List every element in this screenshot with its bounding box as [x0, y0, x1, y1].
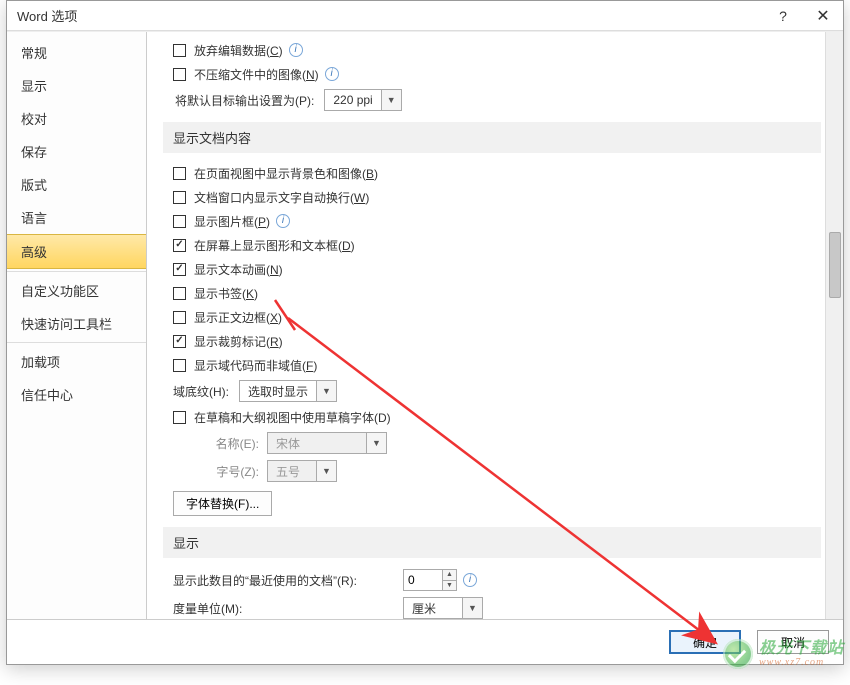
draft-font-row: 在草稿和大纲视图中使用草稿字体(D) [163, 405, 821, 429]
unit-label: 度量单位(M): [173, 600, 393, 617]
chevron-down-icon: ▼ [366, 433, 386, 453]
dispcontent-1-checkbox[interactable] [173, 191, 186, 204]
recent-docs-spinner[interactable]: ▲▼ [403, 569, 457, 591]
sidebar: 常规显示校对保存版式语言高级自定义功能区快速访问工具栏加载项信任中心 [7, 32, 147, 619]
topcheck-0-checkbox[interactable] [173, 44, 186, 57]
dispcontent-0-checkbox[interactable] [173, 167, 186, 180]
dialog-body: 常规显示校对保存版式语言高级自定义功能区快速访问工具栏加载项信任中心 放弃编辑数… [7, 31, 843, 619]
font-size-select[interactable]: 五号 ▼ [267, 460, 337, 482]
titlebar: Word 选项 ? ✕ [7, 1, 843, 31]
dispcontent-2-checkbox[interactable] [173, 215, 186, 228]
section-display-doc-content: 显示文档内容 [163, 122, 821, 153]
topcheck-1-checkbox[interactable] [173, 68, 186, 81]
dispcontent-5-label: 显示书签(K) [194, 285, 258, 302]
default-output-select[interactable]: 220 ppi ▼ [324, 89, 401, 111]
dispcontent-3-label: 在屏幕上显示图形和文本框(D) [194, 237, 355, 254]
sidebar-item-5[interactable]: 语言 [7, 201, 146, 234]
scrollbar-thumb[interactable] [829, 232, 841, 298]
dispcontent-3-checkbox[interactable] [173, 239, 186, 252]
sidebar-item-7[interactable]: 自定义功能区 [7, 271, 146, 307]
dispcontent-5-checkbox[interactable] [173, 287, 186, 300]
font-substitution-row: 字体替换(F)... [163, 485, 821, 519]
unit-row: 度量单位(M): 厘米 ▼ [163, 594, 821, 619]
recent-docs-row: 显示此数目的“最近使用的文档”(R): ▲▼ [163, 566, 821, 594]
font-name-select[interactable]: 宋体 ▼ [267, 432, 387, 454]
default-output-label: 将默认目标输出设置为(P): [175, 92, 314, 109]
chevron-down-icon: ▼ [462, 598, 482, 618]
dispcontent-8-row: 显示域代码而非域值(F) [163, 353, 821, 377]
draft-font-checkbox[interactable] [173, 411, 186, 424]
dispcontent-6-row: 显示正文边框(X) [163, 305, 821, 329]
chevron-down-icon: ▼ [381, 90, 401, 110]
dispcontent-1-label: 文档窗口内显示文字自动换行(W) [194, 189, 369, 206]
dispcontent-8-checkbox[interactable] [173, 359, 186, 372]
content: 放弃编辑数据(C) 不压缩文件中的图像(N) 将默认目标输出设置为(P): 220… [153, 32, 825, 619]
section-display: 显示 [163, 527, 821, 558]
dialog-title: Word 选项 [17, 6, 763, 25]
sidebar-item-2[interactable]: 校对 [7, 102, 146, 135]
dispcontent-4-checkbox[interactable] [173, 263, 186, 276]
topcheck-1-row: 不压缩文件中的图像(N) [163, 62, 821, 86]
dispcontent-1-row: 文档窗口内显示文字自动换行(W) [163, 185, 821, 209]
dispcontent-2-row: 显示图片框(P) [163, 209, 821, 233]
dispcontent-0-label: 在页面视图中显示背景色和图像(B) [194, 165, 378, 182]
help-button[interactable]: ? [763, 1, 803, 31]
draft-font-label: 在草稿和大纲视图中使用草稿字体(D) [194, 409, 391, 426]
sidebar-item-8[interactable]: 快速访问工具栏 [7, 307, 146, 340]
font-size-row: 字号(Z): 五号 ▼ [163, 457, 821, 485]
dispcontent-0-row: 在页面视图中显示背景色和图像(B) [163, 161, 821, 185]
dispcontent-7-row: 显示裁剪标记(R) [163, 329, 821, 353]
dispcontent-3-row: 在屏幕上显示图形和文本框(D) [163, 233, 821, 257]
sidebar-item-0[interactable]: 常规 [7, 36, 146, 69]
dispcontent-7-label: 显示裁剪标记(R) [194, 333, 283, 350]
recent-docs-input[interactable] [404, 570, 442, 590]
sidebar-item-1[interactable]: 显示 [7, 69, 146, 102]
spinner-up-icon[interactable]: ▲ [443, 570, 456, 581]
dispcontent-6-checkbox[interactable] [173, 311, 186, 324]
sidebar-item-3[interactable]: 保存 [7, 135, 146, 168]
field-shading-label: 域底纹(H): [173, 383, 229, 400]
field-shading-select[interactable]: 选取时显示 ▼ [239, 380, 337, 402]
button-bar: 确定 取消 [7, 619, 843, 664]
topcheck-0-row: 放弃编辑数据(C) [163, 38, 821, 62]
dispcontent-8-label: 显示域代码而非域值(F) [194, 357, 317, 374]
sidebar-item-10[interactable]: 信任中心 [7, 378, 146, 411]
dispcontent-7-checkbox[interactable] [173, 335, 186, 348]
watermark-icon [723, 639, 753, 669]
word-options-dialog: Word 选项 ? ✕ 常规显示校对保存版式语言高级自定义功能区快速访问工具栏加… [6, 0, 844, 665]
content-wrap: 放弃编辑数据(C) 不压缩文件中的图像(N) 将默认目标输出设置为(P): 220… [147, 32, 843, 619]
recent-docs-label: 显示此数目的“最近使用的文档”(R): [173, 572, 393, 589]
dispcontent-4-label: 显示文本动画(N) [194, 261, 283, 278]
info-icon [276, 214, 290, 228]
sidebar-item-6[interactable]: 高级 [7, 234, 146, 269]
sidebar-item-9[interactable]: 加载项 [7, 342, 146, 378]
sidebar-item-4[interactable]: 版式 [7, 168, 146, 201]
font-size-label: 字号(Z): [193, 463, 259, 480]
dispcontent-6-label: 显示正文边框(X) [194, 309, 282, 326]
font-name-label: 名称(E): [193, 435, 259, 452]
spinner-down-icon[interactable]: ▼ [443, 581, 456, 591]
default-output-row: 将默认目标输出设置为(P): 220 ppi ▼ [163, 86, 821, 114]
watermark-text: 极光下载站 www.xz7.com [759, 640, 844, 669]
topcheck-0-label: 放弃编辑数据(C) [194, 42, 283, 59]
scrollbar[interactable] [825, 32, 843, 619]
chevron-down-icon: ▼ [316, 461, 336, 481]
info-icon [325, 67, 339, 81]
chevron-down-icon: ▼ [316, 381, 336, 401]
field-shading-row: 域底纹(H): 选取时显示 ▼ [163, 377, 821, 405]
topcheck-1-label: 不压缩文件中的图像(N) [194, 66, 319, 83]
font-name-row: 名称(E): 宋体 ▼ [163, 429, 821, 457]
font-substitution-button[interactable]: 字体替换(F)... [173, 491, 272, 516]
close-button[interactable]: ✕ [803, 1, 843, 31]
watermark: 极光下载站 www.xz7.com [723, 639, 844, 669]
dispcontent-2-label: 显示图片框(P) [194, 213, 270, 230]
info-icon [289, 43, 303, 57]
dispcontent-4-row: 显示文本动画(N) [163, 257, 821, 281]
info-icon [463, 573, 477, 587]
unit-select[interactable]: 厘米 ▼ [403, 597, 483, 619]
dispcontent-5-row: 显示书签(K) [163, 281, 821, 305]
